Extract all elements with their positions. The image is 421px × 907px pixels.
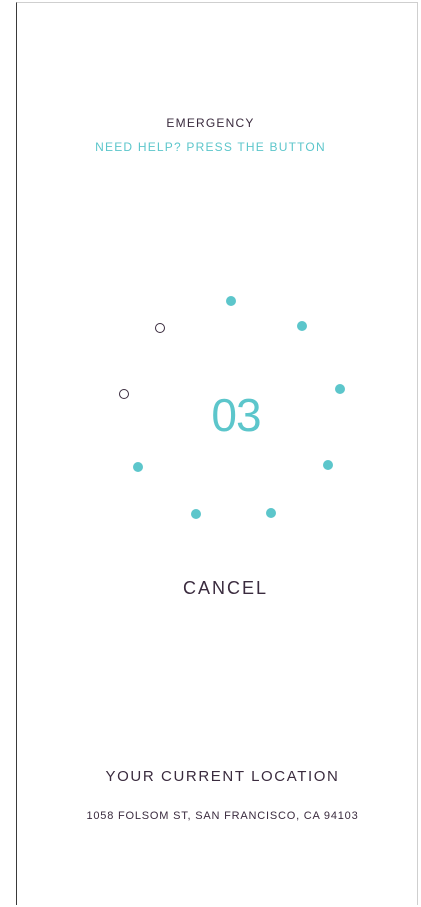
page-subtitle: NEED HELP? PRESS THE BUTTON (95, 140, 326, 154)
countdown-dot-9 (155, 323, 165, 333)
countdown-dot-6 (191, 509, 201, 519)
countdown-dot-2 (297, 321, 307, 331)
countdown-dot-1 (226, 296, 236, 306)
countdown-dot-4 (323, 460, 333, 470)
page-title: EMERGENCY (166, 116, 255, 130)
cancel-button[interactable]: CANCEL (0, 578, 421, 599)
location-title: YOUR CURRENT LOCATION (105, 768, 340, 785)
countdown-dot-7 (133, 462, 143, 472)
countdown-dot-5 (266, 508, 276, 518)
location-address: 1058 FOLSOM ST, SAN FRANCISCO, CA 94103 (86, 810, 359, 822)
countdown-value: 03 (211, 389, 261, 441)
